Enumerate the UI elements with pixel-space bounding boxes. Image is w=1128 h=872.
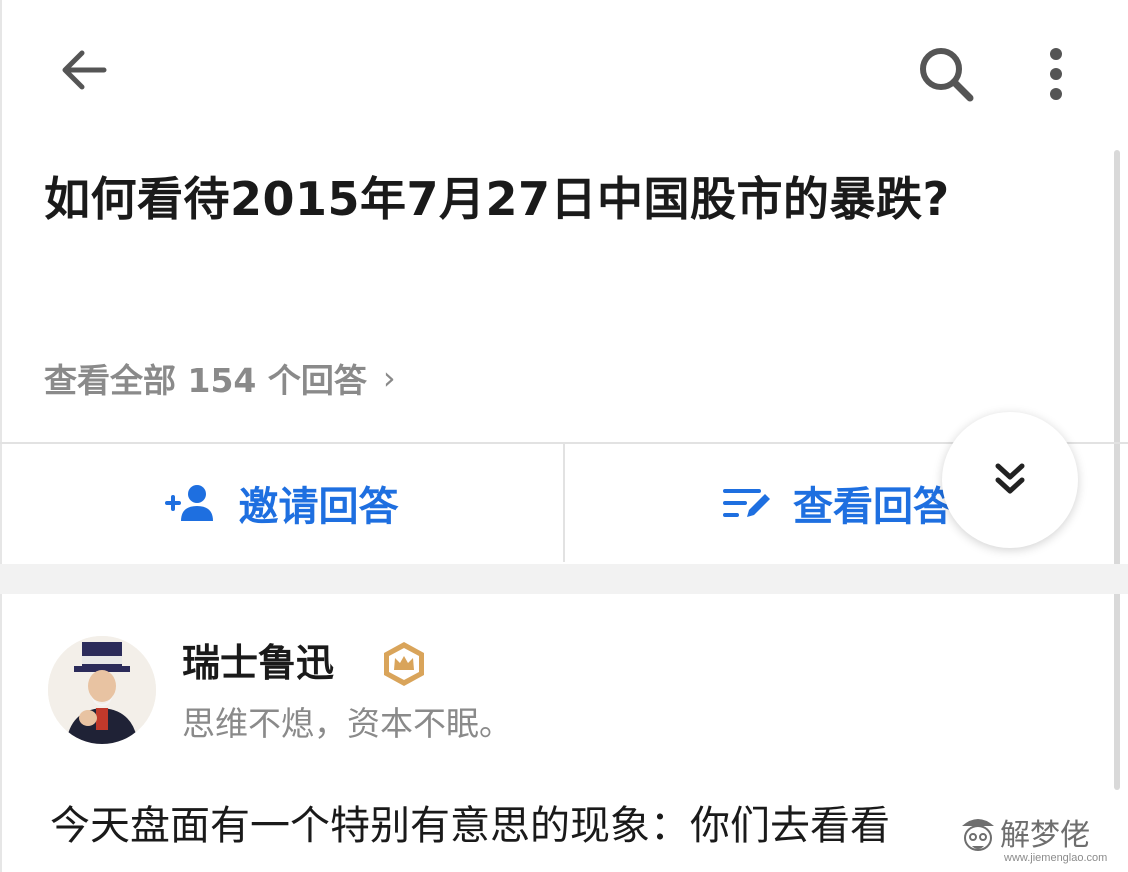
write-icon [723,489,770,517]
expand-button[interactable] [942,412,1078,548]
back-arrow-icon[interactable] [52,38,116,102]
invite-answer-button[interactable]: 邀请回答 [0,444,563,562]
double-chevron-down-icon [995,463,1025,494]
chevron-right-icon: › [382,359,396,397]
section-separator [0,564,1128,594]
watermark-text: 解梦佬 [1000,818,1090,853]
question-title: 如何看待2015年7月27日中国股市的暴跌? [44,172,950,226]
crown-badge-icon [380,640,428,688]
view-answer-label: 查看回答 [793,484,953,530]
view-answer-button[interactable]: 查看回答 [565,444,965,562]
view-all-answers-link[interactable]: 查看全部 154 个回答 › [44,350,396,406]
add-person-icon [164,485,213,521]
watermark: 解梦佬 www.jiemenglao.com [958,808,1118,870]
search-icon[interactable] [912,40,980,108]
invite-answer-label: 邀请回答 [238,484,399,530]
avatar[interactable] [48,636,156,744]
author-name[interactable]: 瑞士鲁迅 [182,636,334,690]
author-bio: 思维不熄，资本不眠。 [182,704,512,743]
left-edge-border [0,0,2,872]
more-vertical-icon[interactable] [1036,44,1076,104]
watermark-url: www.jiemenglao.com [1004,852,1108,864]
scrollbar[interactable] [1114,150,1120,790]
answer-content-preview[interactable]: 今天盘面有一个特别有意思的现象：你们去看看 [50,796,1090,856]
watermark-logo-icon [962,819,994,851]
view-all-answers-label: 查看全部 154 个回答 [44,361,367,400]
